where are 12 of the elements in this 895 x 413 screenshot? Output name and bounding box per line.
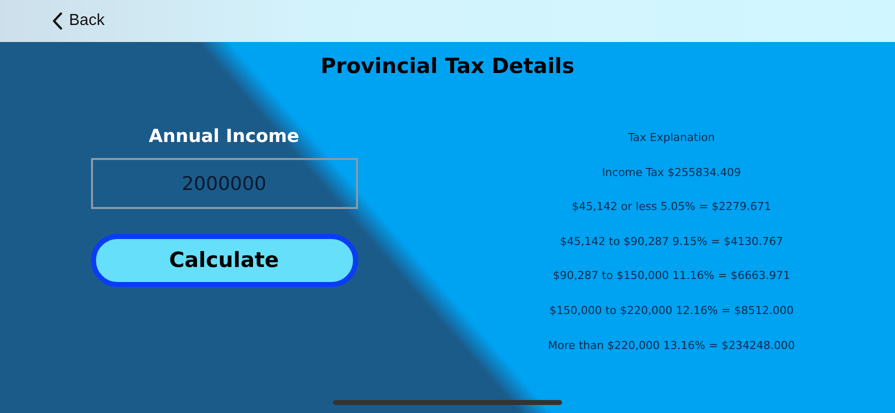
calculate-button[interactable]: Calculate: [90, 234, 358, 287]
tax-explanation-line: $45,142 or less 5.05% = $2279.671: [572, 201, 772, 212]
tax-explanation-line: $90,287 to $150,000 11.16% = $6663.971: [552, 270, 790, 282]
page-title: Provincial Tax Details: [320, 54, 574, 80]
income-label: Annual Income: [148, 128, 300, 146]
tax-explanation-line: More than $220,000 13.16% = $234248.000: [548, 340, 795, 351]
tax-explanation-line: Income Tax $255834.409: [602, 166, 742, 178]
tax-explanation-line: Tax Explanation: [628, 132, 715, 143]
tax-explanation-line: $45,142 to $90,287 9.15% = $4130.767: [560, 236, 784, 247]
back-button[interactable]: Back: [52, 9, 105, 33]
tax-explanation-line: $150,000 to $220,000 12.16% = $8512.000: [549, 304, 794, 316]
chevron-left-icon: [52, 12, 63, 30]
